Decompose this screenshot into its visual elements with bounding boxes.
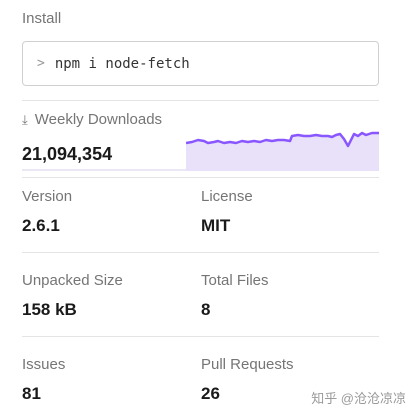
total-files-value: 8 [201, 300, 211, 319]
sparkline-area [186, 133, 379, 171]
divider [22, 336, 379, 337]
version-label: Version [22, 188, 73, 205]
unpacked-size-label: Unpacked Size [22, 272, 123, 289]
weekly-downloads-label: ⤓ Weekly Downloads [22, 111, 162, 128]
license-value: MIT [201, 216, 231, 235]
chevron-right-icon: > [37, 56, 45, 71]
downloads-sparkline [186, 131, 379, 171]
install-command-box[interactable]: > npm i node-fetch [22, 41, 379, 86]
install-command[interactable]: npm i node-fetch [55, 56, 190, 72]
divider [22, 100, 379, 101]
version-value: 2.6.1 [22, 216, 60, 235]
divider [22, 252, 379, 253]
sparkline-baseline [22, 169, 186, 171]
weekly-downloads-value: 21,094,354 [22, 144, 113, 164]
unpacked-size-value: 158 kB [22, 300, 77, 319]
issues-value[interactable]: 81 [22, 384, 41, 404]
divider [22, 177, 379, 178]
total-files-label: Total Files [201, 272, 269, 289]
watermark: 知乎 @沧沧凉凉 [311, 391, 406, 406]
issues-label: Issues [22, 356, 66, 373]
pull-requests-label: Pull Requests [201, 356, 294, 373]
weekly-downloads-text: Weekly Downloads [34, 111, 163, 128]
license-label: License [201, 188, 253, 205]
pull-requests-value[interactable]: 26 [201, 384, 220, 404]
download-icon: ⤓ [22, 111, 28, 127]
install-title: Install [22, 10, 62, 27]
